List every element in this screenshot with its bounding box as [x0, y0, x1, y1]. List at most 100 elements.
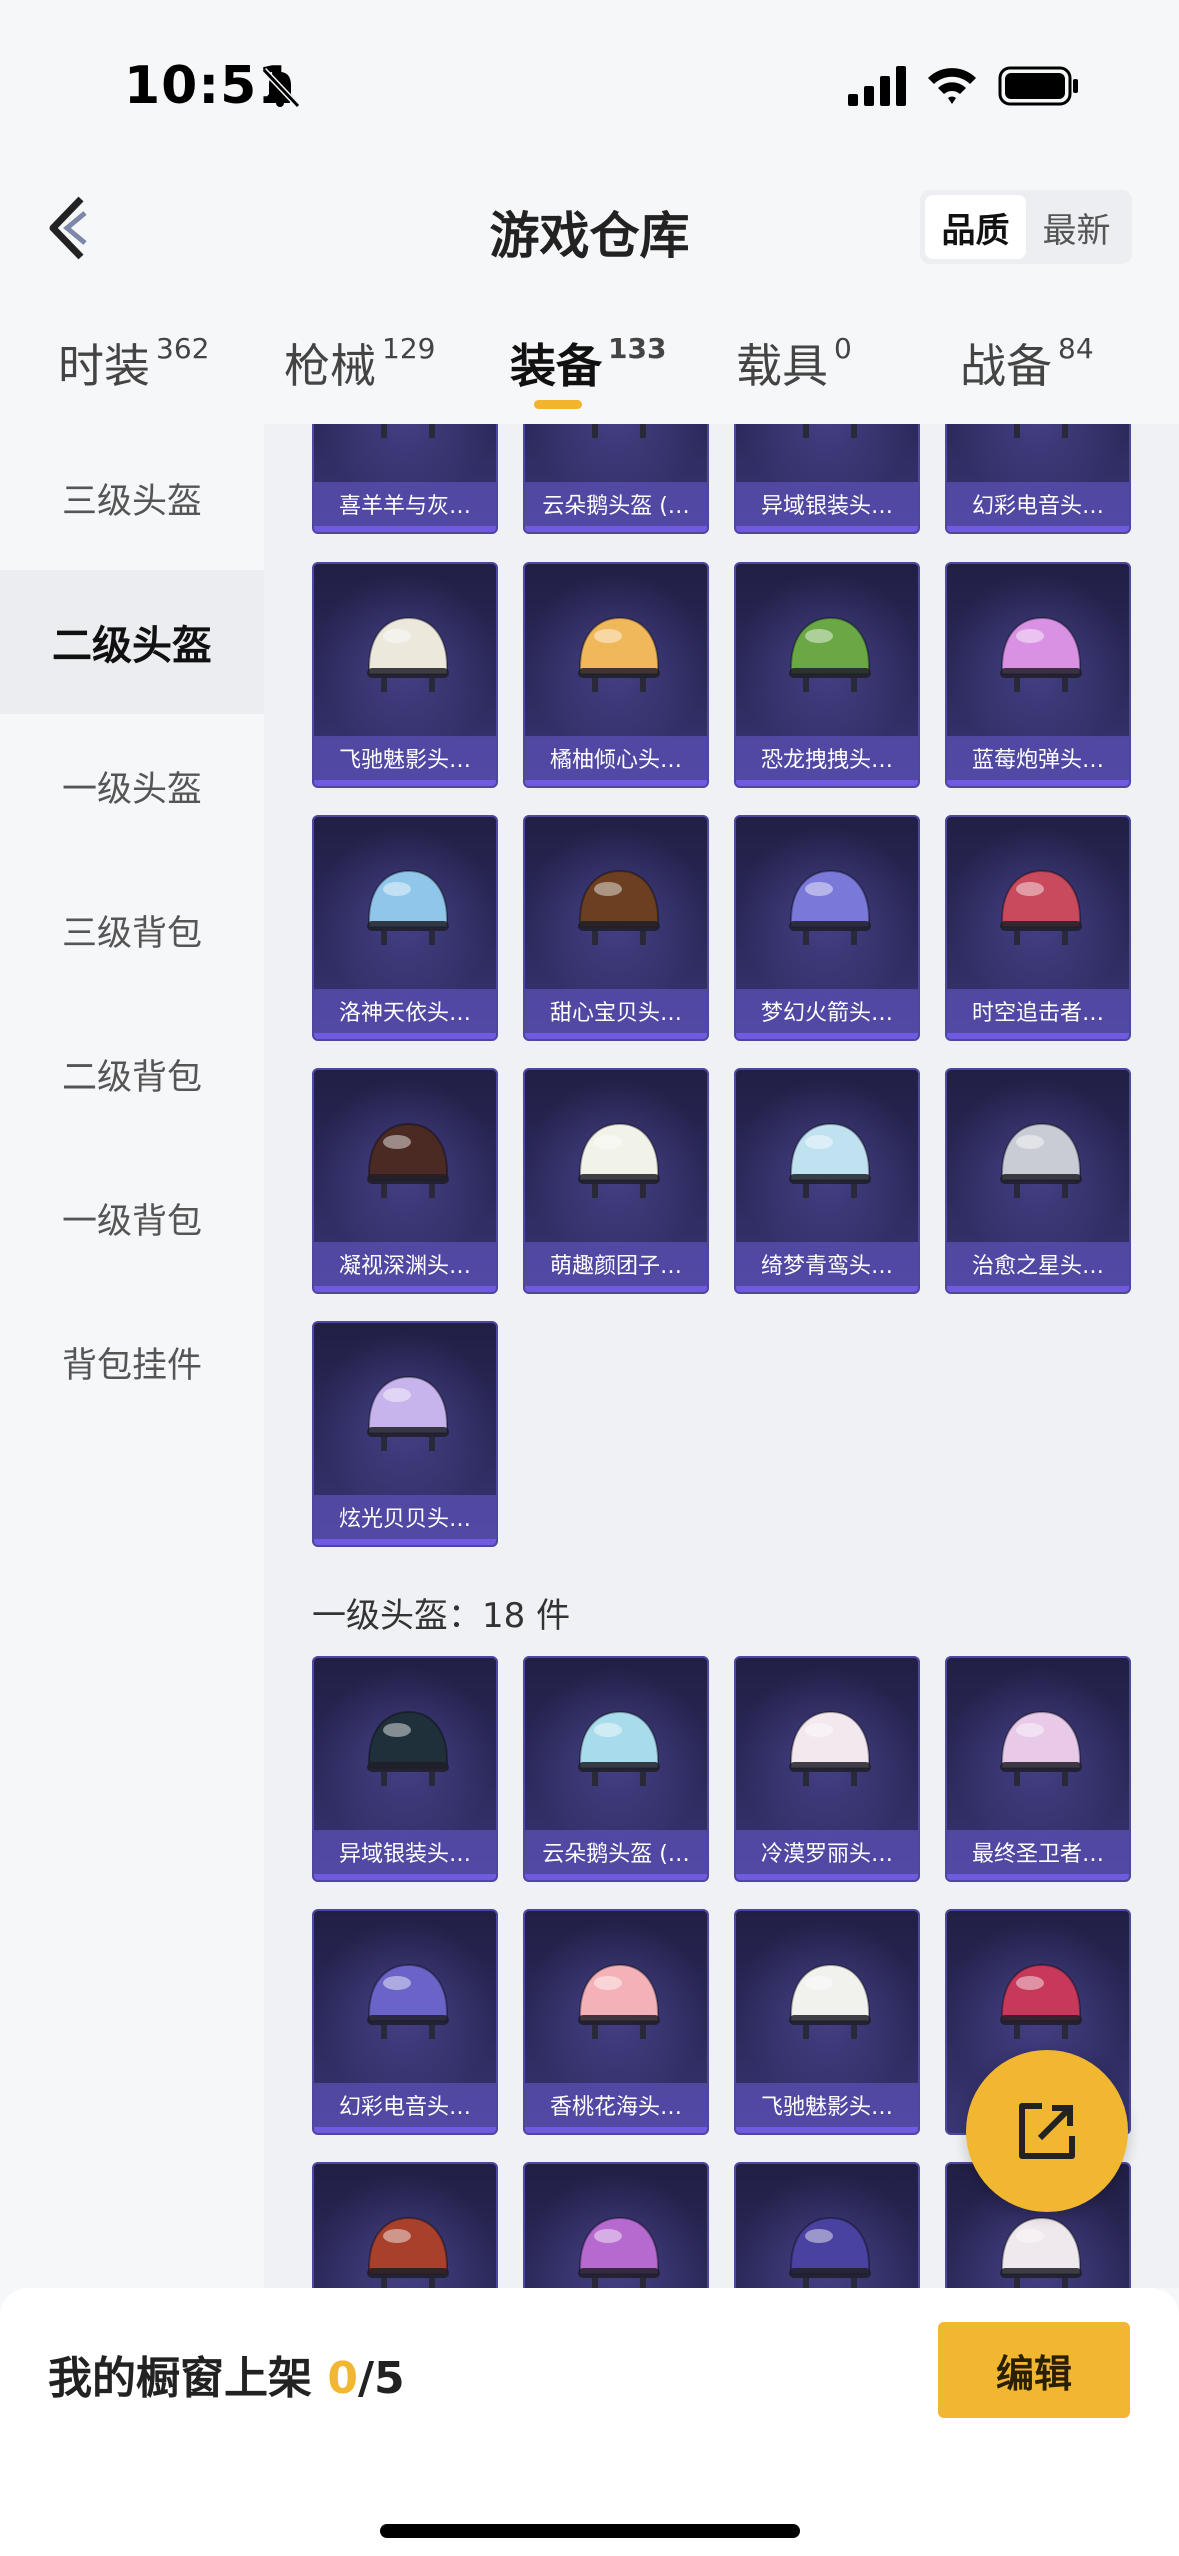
item-card[interactable]: [734, 2162, 920, 2288]
music-helmet-icon: [1014, 424, 1068, 438]
item-card-label: 洛神天依头…: [314, 989, 496, 1039]
red-cap-helmet-icon: [367, 2216, 449, 2288]
tab-label: 载具: [736, 339, 828, 393]
item-card-label: 绮梦青鸾头…: [736, 1242, 918, 1292]
share-button[interactable]: [966, 2050, 1128, 2212]
item-card[interactable]: 凝视深渊头…: [312, 1068, 498, 1294]
tab-supplies[interactable]: 战备 84: [960, 330, 1094, 396]
item-card[interactable]: 香桃花海头…: [523, 1909, 709, 2135]
edit-button[interactable]: 编辑: [938, 2322, 1130, 2418]
bird-helmet-icon: [789, 1122, 871, 1198]
item-card[interactable]: 飞驰魅影头…: [734, 1909, 920, 2135]
item-card[interactable]: 喜羊羊与灰…: [312, 424, 498, 534]
item-card[interactable]: 洛神天依头…: [312, 815, 498, 1041]
shelf-used-count: 0: [327, 2353, 358, 2404]
item-card[interactable]: 橘柚倾心头…: [523, 562, 709, 788]
item-card[interactable]: 萌趣颜团子…: [523, 1068, 709, 1294]
sidebar-item-level1-helmet[interactable]: 一级头盔: [0, 714, 264, 858]
item-card[interactable]: 幻彩电音头…: [312, 1909, 498, 2135]
item-card[interactable]: 异域银装头…: [312, 1656, 498, 1882]
orange-helmet-icon: [578, 616, 660, 692]
item-card[interactable]: 异域银装头…: [734, 424, 920, 534]
item-card[interactable]: 甜心宝贝头…: [523, 815, 709, 1041]
white-gold-helmet-icon: [789, 1963, 871, 2039]
item-grid: 一级头盔：18 件 喜羊羊与灰… 云朵鹅头盔 (… 异域银装头… 幻彩电音头… 飞驰魅影…: [264, 424, 1179, 2288]
item-card-label: 恐龙拽拽头…: [736, 736, 918, 786]
item-card[interactable]: 云朵鹅头盔 (…: [523, 1656, 709, 1882]
sidebar-item-level1-backpack[interactable]: 一级背包: [0, 1146, 264, 1290]
item-card[interactable]: 云朵鹅头盔 (…: [523, 424, 709, 534]
shelf-total: /5: [357, 2353, 405, 2404]
item-card-label: 萌趣颜团子…: [525, 1242, 707, 1292]
item-card-label: 炫光贝贝头…: [314, 1495, 496, 1545]
tab-count: 0: [834, 332, 852, 365]
item-card-label: 幻彩电音头…: [947, 482, 1129, 532]
cat-ear-helmet-icon: [1000, 1963, 1082, 2039]
item-card[interactable]: 炫光贝贝头…: [312, 1321, 498, 1547]
share-icon: [1019, 2103, 1075, 2159]
tab-equipment[interactable]: 装备 133: [510, 330, 666, 396]
item-card-label: 飞驰魅影头…: [736, 2083, 918, 2133]
frog-helmet-icon: [789, 616, 871, 692]
item-card[interactable]: [523, 2162, 709, 2288]
tab-vehicles[interactable]: 载具 0: [736, 330, 852, 396]
item-card-label: 喜羊羊与灰…: [314, 482, 496, 532]
wifi-icon: [928, 68, 976, 104]
tab-label: 枪械: [284, 339, 376, 393]
item-card[interactable]: 恐龙拽拽头…: [734, 562, 920, 788]
sort-toggle: 品质 最新: [920, 190, 1132, 264]
purple-helmet-icon: [578, 2216, 660, 2288]
item-card-label: 飞驰魅影头…: [314, 736, 496, 786]
section-title-level1-helmet: 一级头盔：18 件: [312, 1596, 571, 1636]
item-card-label: 云朵鹅头盔 (…: [525, 1830, 707, 1880]
battery-icon: [998, 66, 1078, 106]
sidebar-item-backpack-charm[interactable]: 背包挂件: [0, 1290, 264, 1434]
dumpling-helmet-icon: [578, 1122, 660, 1198]
sidebar-item-level2-helmet[interactable]: 二级头盔: [0, 570, 264, 714]
tab-count: 84: [1058, 332, 1094, 365]
tab-guns[interactable]: 枪械 129: [284, 330, 435, 396]
item-card[interactable]: 飞驰魅影头…: [312, 562, 498, 788]
item-card[interactable]: 时空追击者…: [945, 815, 1131, 1041]
music-helmet-icon: [367, 1963, 449, 2039]
sort-newest-button[interactable]: 最新: [1026, 195, 1127, 259]
item-card-label: 梦幻火箭头…: [736, 989, 918, 1039]
item-card[interactable]: [312, 2162, 498, 2288]
crystal-helmet-icon: [1000, 1710, 1082, 1786]
shelf-label: 我的橱窗上架: [48, 2353, 328, 2404]
red-helmet-icon: [1000, 869, 1082, 945]
item-card[interactable]: 最终圣卫者…: [945, 1656, 1131, 1882]
item-card-label: 蓝莓炮弹头…: [947, 736, 1129, 786]
tab-fashion[interactable]: 时装 362: [58, 330, 209, 396]
sidebar-item-level3-backpack[interactable]: 三级背包: [0, 858, 264, 1002]
silver-helmet-icon: [367, 1710, 449, 1786]
item-card[interactable]: 冷漠罗丽头…: [734, 1656, 920, 1882]
item-card[interactable]: 蓝莓炮弹头…: [945, 562, 1131, 788]
sort-quality-button[interactable]: 品质: [925, 195, 1026, 259]
tab-count: 133: [608, 332, 667, 365]
silver-helmet-icon: [803, 424, 857, 438]
dark-wing-helmet-icon: [367, 1122, 449, 1198]
sidebar-item-level3-helmet[interactable]: 三级头盔: [0, 426, 264, 570]
white-pink-helmet-icon: [1000, 2216, 1082, 2288]
rocket-helmet-icon: [789, 869, 871, 945]
blue-ribbon-helmet-icon: [367, 869, 449, 945]
item-card[interactable]: 治愈之星头…: [945, 1068, 1131, 1294]
home-indicator: [380, 2524, 800, 2538]
shell-helmet-icon: [367, 1375, 449, 1451]
item-card[interactable]: 幻彩电音头…: [945, 424, 1131, 534]
sidebar: 三级头盔 二级头盔 一级头盔 三级背包 二级背包 一级背包 背包挂件: [0, 424, 264, 2288]
tab-count: 129: [382, 332, 436, 365]
item-card-label: 幻彩电音头…: [314, 2083, 496, 2133]
item-card[interactable]: 梦幻火箭头…: [734, 815, 920, 1041]
pink-helmet-icon: [1000, 616, 1082, 692]
sidebar-item-level2-backpack[interactable]: 二级背包: [0, 1002, 264, 1146]
tab-label: 战备: [960, 339, 1052, 393]
item-card[interactable]: 绮梦青鸾头…: [734, 1068, 920, 1294]
cellular-signal-icon: [848, 66, 906, 106]
goose-helmet-icon: [592, 424, 646, 438]
galaxy-helmet-icon: [789, 2216, 871, 2288]
active-tab-indicator: [534, 400, 582, 409]
item-card-label: 冷漠罗丽头…: [736, 1830, 918, 1880]
item-card-label: 最终圣卫者…: [947, 1830, 1129, 1880]
